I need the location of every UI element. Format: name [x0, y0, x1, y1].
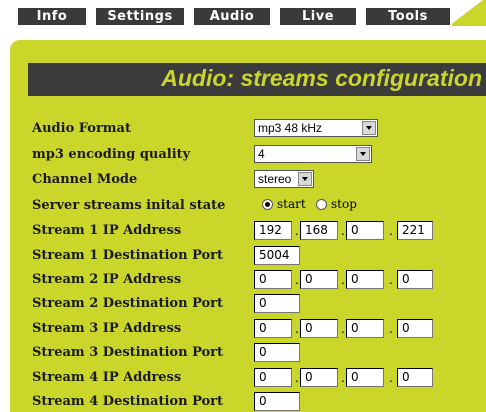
audio-format-label: Audio Format	[32, 121, 131, 136]
audio-format-select[interactable]: mp3 48 kHz	[254, 119, 378, 137]
stream4-port-label: Stream 4 Destination Port	[32, 394, 224, 409]
ip-dot: .	[341, 322, 345, 336]
server-state-label: Server streams inital state	[32, 198, 226, 213]
stream4-ip-octet-4[interactable]: 0	[397, 368, 433, 387]
ip-dot: .	[295, 273, 299, 287]
ip-dot: .	[341, 224, 345, 238]
audio-format-value: mp3 48 kHz	[258, 121, 323, 135]
radio-start[interactable]	[262, 199, 273, 210]
ip-dot: .	[389, 371, 393, 385]
page-title: Audio: streams configuration	[161, 65, 482, 91]
ip-dot: .	[295, 371, 299, 385]
ip-dot: .	[389, 322, 393, 336]
mp3-quality-select[interactable]: 4	[254, 145, 372, 163]
tab-settings[interactable]: Settings	[96, 8, 184, 25]
stream1-ip-octet-2[interactable]: 168	[300, 221, 338, 240]
channel-mode-value: stereo	[258, 172, 292, 186]
ip-dot: .	[389, 273, 393, 287]
stream3-port-label: Stream 3 Destination Port	[32, 345, 224, 360]
tab-bar: Info Settings Audio Live Tools	[0, 0, 486, 30]
stream3-ip-label: Stream 3 IP Address	[32, 321, 182, 336]
radio-start-label: start	[277, 197, 306, 211]
stream2-ip-octet-1[interactable]: 0	[254, 270, 292, 289]
stream3-ip-octet-2[interactable]: 0	[300, 319, 338, 338]
chevron-down-icon	[356, 147, 370, 161]
stream1-ip-label: Stream 1 IP Address	[32, 223, 182, 238]
ip-dot: .	[295, 224, 299, 238]
tab-tools[interactable]: Tools	[366, 8, 450, 25]
stream4-ip-octet-2[interactable]: 0	[300, 368, 338, 387]
ip-dot: .	[341, 273, 345, 287]
stream4-ip-octet-3[interactable]: 0	[346, 368, 384, 387]
ip-dot: .	[389, 224, 393, 238]
channel-mode-label: Channel Mode	[32, 172, 138, 187]
mp3-quality-value: 4	[258, 147, 265, 161]
stream2-ip-octet-3[interactable]: 0	[346, 270, 384, 289]
title-bar: Audio: streams configuration	[28, 63, 486, 96]
stream1-ip-octet-4[interactable]: 221	[397, 221, 433, 240]
stream2-ip-octet-4[interactable]: 0	[397, 270, 433, 289]
stream3-ip-octet-3[interactable]: 0	[346, 319, 384, 338]
stream3-ip-octet-1[interactable]: 0	[254, 319, 292, 338]
tab-live[interactable]: Live	[280, 8, 356, 25]
tab-corner-accent	[452, 0, 486, 26]
stream4-ip-octet-1[interactable]: 0	[254, 368, 292, 387]
stream1-port-input[interactable]: 5004	[254, 246, 300, 265]
ip-dot: .	[295, 322, 299, 336]
stream2-ip-octet-2[interactable]: 0	[300, 270, 338, 289]
radio-stop[interactable]	[316, 199, 327, 210]
stream1-port-label: Stream 1 Destination Port	[32, 248, 224, 263]
stream4-port-input[interactable]: 0	[254, 392, 300, 411]
stream2-port-label: Stream 2 Destination Port	[32, 296, 224, 311]
chevron-down-icon	[298, 172, 312, 186]
stream3-port-input[interactable]: 0	[254, 343, 300, 362]
stream4-ip-label: Stream 4 IP Address	[32, 370, 182, 385]
ip-dot: .	[341, 371, 345, 385]
stream1-ip-octet-3[interactable]: 0	[346, 221, 384, 240]
channel-mode-select[interactable]: stereo	[254, 170, 314, 188]
tab-audio[interactable]: Audio	[194, 8, 270, 25]
tab-info[interactable]: Info	[18, 8, 86, 25]
stream3-ip-octet-4[interactable]: 0	[397, 319, 433, 338]
mp3-quality-label: mp3 encoding quality	[32, 147, 191, 162]
stream2-ip-label: Stream 2 IP Address	[32, 272, 182, 287]
stream1-ip-octet-1[interactable]: 192	[254, 221, 292, 240]
chevron-down-icon	[362, 121, 376, 135]
radio-stop-label: stop	[331, 197, 357, 211]
stream2-port-input[interactable]: 0	[254, 294, 300, 313]
